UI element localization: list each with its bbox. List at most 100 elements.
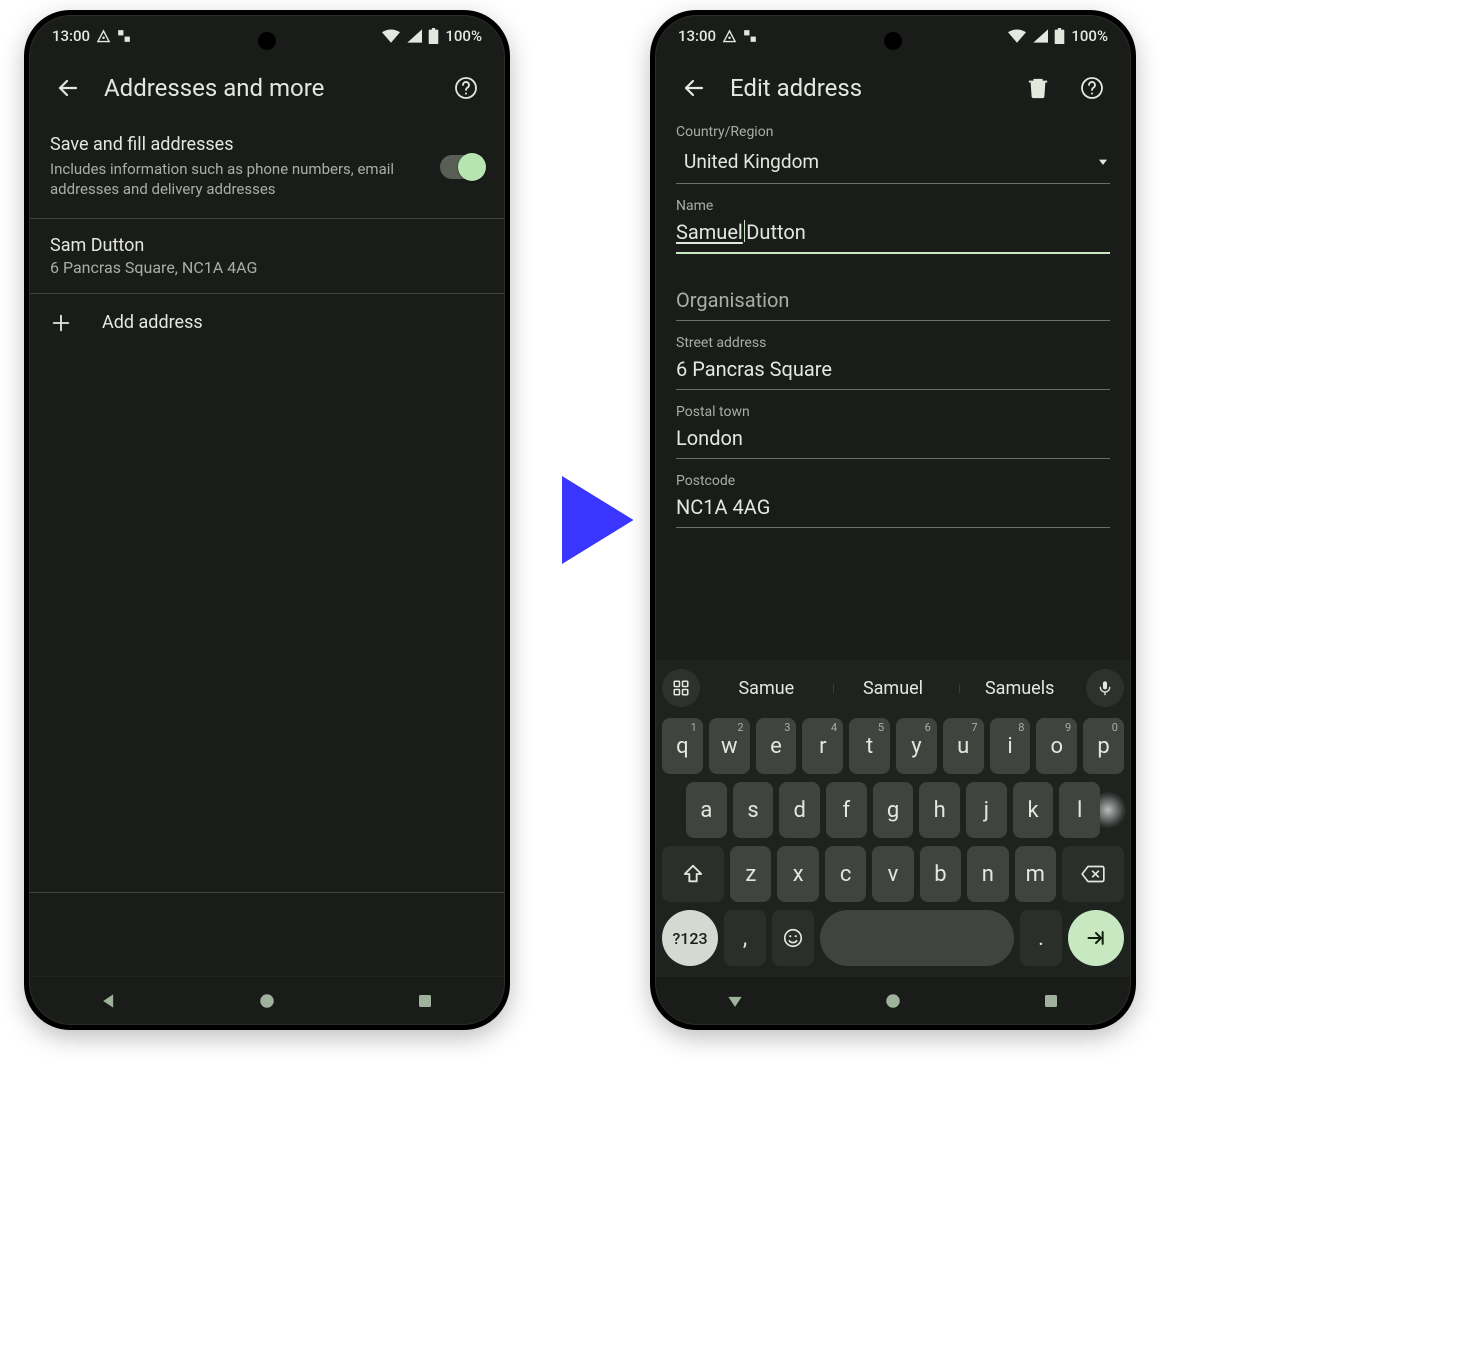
battery-icon (1054, 28, 1065, 44)
key-n[interactable]: n (967, 846, 1008, 902)
camera-notch (884, 32, 902, 50)
nav-home-button[interactable] (875, 983, 911, 1019)
key-f[interactable]: f (826, 782, 867, 838)
save-fill-title: Save and fill addresses (50, 134, 424, 155)
key-z[interactable]: z (730, 846, 771, 902)
name-field-word1: Samuel (676, 220, 743, 244)
key-h[interactable]: h (919, 782, 960, 838)
key-y[interactable]: y6 (896, 718, 937, 774)
street-label: Street address (676, 335, 1110, 351)
next-key[interactable] (1068, 910, 1124, 966)
android-nav-bar (656, 976, 1130, 1024)
delete-button[interactable] (1020, 70, 1056, 106)
key-t[interactable]: t5 (849, 718, 890, 774)
nav-recent-button[interactable] (1033, 983, 1069, 1019)
key-j[interactable]: j (966, 782, 1007, 838)
key-row-2: asdfghjkl (662, 782, 1124, 838)
name-label: Name (676, 198, 1110, 214)
android-nav-bar (30, 976, 504, 1024)
arrow-play-icon (540, 465, 650, 579)
numeric-key[interactable]: ?123 (662, 910, 718, 966)
town-field[interactable]: London (676, 424, 1110, 459)
suggestion-3[interactable]: Samuels (959, 678, 1080, 699)
keyboard-clipboard-button[interactable] (662, 669, 700, 707)
add-address-label: Add address (102, 312, 203, 333)
key-a[interactable]: a (686, 782, 727, 838)
key-d[interactable]: d (779, 782, 820, 838)
save-fill-toggle[interactable] (440, 155, 484, 179)
nav-back-button[interactable] (91, 983, 127, 1019)
plus-icon (50, 312, 72, 334)
key-l[interactable]: l (1059, 782, 1100, 838)
key-u[interactable]: u7 (943, 718, 984, 774)
status-battery-pct: 100% (1071, 27, 1108, 45)
keyboard-voice-button[interactable] (1086, 669, 1124, 707)
emoji-key[interactable] (772, 910, 814, 966)
name-field-word2: Dutton (746, 220, 806, 244)
signal-icon (406, 29, 422, 43)
organisation-field[interactable]: Organisation (676, 286, 1110, 321)
signal-icon (1032, 29, 1048, 43)
key-v[interactable]: v (872, 846, 913, 902)
backspace-key[interactable] (1062, 846, 1124, 902)
country-label: Country/Region (676, 124, 1110, 140)
space-key[interactable] (820, 910, 1014, 966)
status-battery-pct: 100% (445, 27, 482, 45)
save-fill-subtitle: Includes information such as phone numbe… (50, 159, 424, 200)
country-dropdown[interactable]: United Kingdom (676, 144, 1110, 184)
key-m[interactable]: m (1015, 846, 1056, 902)
key-r[interactable]: r4 (802, 718, 843, 774)
period-key[interactable]: . (1020, 910, 1062, 966)
saved-address-row[interactable]: Sam Dutton 6 Pancras Square, NC1A 4AG (30, 219, 504, 293)
suggestion-1[interactable]: Samue (706, 678, 827, 699)
outline-triangle-icon (722, 29, 737, 44)
suggestion-2[interactable]: Samuel (833, 678, 954, 699)
squares-icon (743, 29, 757, 43)
phone-edit-address: 13:00 (655, 15, 1131, 1025)
app-bar: Edit address (656, 56, 1130, 120)
phone-addresses-settings: 13:00 (29, 15, 505, 1025)
key-g[interactable]: g (873, 782, 914, 838)
nav-recent-button[interactable] (407, 983, 443, 1019)
camera-notch (258, 32, 276, 50)
country-value: United Kingdom (684, 150, 819, 173)
status-time: 13:00 (52, 27, 90, 45)
add-address-row[interactable]: Add address (30, 294, 504, 352)
street-field[interactable]: 6 Pancras Square (676, 355, 1110, 390)
key-k[interactable]: k (1013, 782, 1054, 838)
name-field[interactable]: SamuelDutton (676, 218, 1110, 254)
page-title: Edit address (730, 74, 1002, 102)
help-button[interactable] (1074, 70, 1110, 106)
back-button[interactable] (50, 70, 86, 106)
app-bar: Addresses and more (30, 56, 504, 120)
key-q[interactable]: q1 (662, 718, 703, 774)
shift-key[interactable] (662, 846, 724, 902)
postcode-field[interactable]: NC1A 4AG (676, 493, 1110, 528)
nav-home-button[interactable] (249, 983, 285, 1019)
page-title: Addresses and more (104, 74, 430, 102)
key-e[interactable]: e3 (756, 718, 797, 774)
divider (30, 892, 504, 893)
key-o[interactable]: o9 (1036, 718, 1077, 774)
key-w[interactable]: w2 (709, 718, 750, 774)
key-i[interactable]: i8 (990, 718, 1031, 774)
back-button[interactable] (676, 70, 712, 106)
on-screen-keyboard: Samue Samuel Samuels q1w2e3r4t5y6u7i8o9p… (656, 660, 1130, 976)
key-c[interactable]: c (825, 846, 866, 902)
key-p[interactable]: p0 (1083, 718, 1124, 774)
comma-key[interactable]: , (724, 910, 766, 966)
postcode-label: Postcode (676, 473, 1110, 489)
key-s[interactable]: s (733, 782, 774, 838)
status-time: 13:00 (678, 27, 716, 45)
key-row-3: zxcvbnm (662, 846, 1124, 902)
town-label: Postal town (676, 404, 1110, 420)
save-fill-toggle-row[interactable]: Save and fill addresses Includes informa… (30, 120, 504, 218)
key-b[interactable]: b (920, 846, 961, 902)
help-button[interactable] (448, 70, 484, 106)
nav-back-button[interactable] (717, 983, 753, 1019)
key-row-1: q1w2e3r4t5y6u7i8o9p0 (662, 718, 1124, 774)
chevron-down-icon (1096, 155, 1110, 169)
address-line: 6 Pancras Square, NC1A 4AG (50, 258, 484, 277)
key-x[interactable]: x (777, 846, 818, 902)
wifi-icon (1008, 29, 1026, 43)
